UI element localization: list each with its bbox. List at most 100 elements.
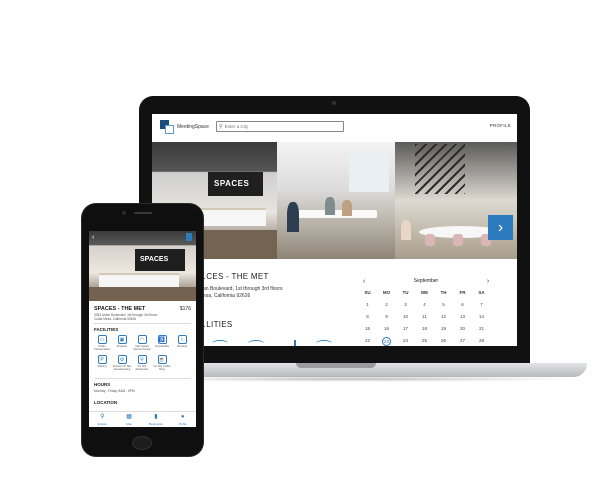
calendar-day[interactable]: 14 [472, 313, 491, 320]
staircase [415, 144, 465, 194]
mobile-venue-price: $176 [179, 306, 191, 312]
divider [94, 323, 191, 324]
calendar-day[interactable]: 20 [453, 325, 472, 332]
calendar-day[interactable]: 17 [396, 325, 415, 332]
app-logo[interactable]: MeetingSpace [160, 120, 209, 134]
facility-item: ☕ On Site Coffee Shop [152, 355, 172, 371]
map-icon: ▦ [126, 414, 132, 420]
showers-icon: ⌇ [177, 335, 187, 344]
phone-home-button[interactable] [132, 436, 152, 450]
calendar-day[interactable]: 21 [472, 325, 491, 332]
floor [89, 287, 196, 301]
calendar-weekday: FR [459, 290, 466, 295]
calendar-day[interactable]: 22 [358, 337, 377, 344]
phone-screen: SPACES ‹ SPACES - THE MET $176 3353 Anto… [89, 231, 196, 427]
calendar-day[interactable]: 7 [472, 301, 491, 308]
phone-speaker [134, 212, 152, 214]
calendar-next-button[interactable]: › [482, 278, 494, 285]
calendar-day[interactable]: 25 [415, 337, 434, 344]
accessibility-icon: ♿ [157, 335, 167, 344]
tab-profile[interactable]: ● Profile [169, 412, 196, 427]
venue-title: …CES - THE MET [198, 272, 269, 281]
wifi-icon: ◠ [137, 335, 147, 344]
facility-icon [248, 340, 264, 346]
mobile-address-line2: Costa Mesa, California 92626 [94, 317, 136, 321]
calendar-prev-button[interactable]: ‹ [358, 278, 370, 285]
calendar-day[interactable]: 26 [434, 337, 453, 344]
facility-item: ⚙ 24 Hour On Site Housekeeping [112, 355, 132, 371]
facility-item: ▭ Public Transportation [92, 335, 112, 351]
gallery-photo-conference [395, 142, 517, 259]
mobile-facilities-heading: FACILITIES [94, 327, 119, 332]
bookmark-icon: ▮ [154, 414, 158, 420]
profile-link[interactable]: PROFILE [490, 123, 511, 128]
calendar-day[interactable]: 27 [453, 337, 472, 344]
housekeeping-icon: ⚙ [117, 355, 127, 364]
calendar-day[interactable]: 13 [453, 313, 472, 320]
chevron-right-icon: › [497, 218, 504, 236]
projector-icon: ▣ [117, 335, 127, 344]
chair [453, 234, 463, 246]
facility-label: On Site Coffee Shop [153, 365, 171, 371]
calendar-day[interactable]: 24 [396, 337, 415, 344]
tab-map[interactable]: ▦ Map [116, 412, 143, 427]
gallery-photo-coworking [277, 142, 395, 259]
calendar-day[interactable]: 11 [415, 313, 434, 320]
facilities-heading: …LITIES [198, 320, 233, 329]
city-search[interactable]: ⚲ [216, 121, 344, 132]
tab-bookmarks[interactable]: ▮ Bookmarks [143, 412, 170, 427]
calendar-day[interactable]: 16 [377, 325, 396, 332]
facility-label: On Site Restaurant [135, 365, 149, 371]
app-header: MeetingSpace ⚲ PROFILE [152, 114, 517, 143]
facility-label: Parking [97, 365, 107, 368]
back-arrow-icon[interactable]: ‹ [92, 234, 94, 241]
search-input[interactable] [222, 124, 327, 129]
coffee-icon: ☕ [157, 355, 167, 364]
facility-label: Accessibility [154, 345, 170, 348]
facility-item: ◠ High Speed Internet Access [132, 335, 152, 351]
calendar-day[interactable]: 1 [358, 301, 377, 308]
calendar-header: ‹ September › [358, 276, 494, 286]
facility-label: Public Transportation [93, 345, 111, 351]
bookmark-icon[interactable] [186, 233, 192, 241]
calendar-day-selected[interactable]: 23 [382, 337, 391, 346]
phone-camera [122, 211, 126, 215]
tab-label: Map [126, 422, 132, 426]
calendar-day[interactable]: 10 [396, 313, 415, 320]
profile-icon: ● [180, 414, 185, 420]
mobile-hours-value: Monday - Friday, 8AM - 6PM [94, 389, 135, 393]
public-transit-icon: ▭ [97, 335, 107, 344]
calendar-day[interactable]: 2 [377, 301, 396, 308]
availability-calendar: ‹ September › SU MO TU WE TH FR SA 1 2 3 4 5 6 7 8 9 10 1… [358, 276, 494, 346]
spaces-sign: SPACES [140, 256, 169, 263]
mobile-facilities-grid: ▭ Public Transportation ▣ Projector ◠ High Sp… [92, 335, 194, 371]
facility-item: ♿ Accessibility [152, 335, 172, 351]
calendar-day[interactable]: 5 [434, 301, 453, 308]
tab-explore[interactable]: ⚲ Explore [89, 412, 116, 427]
mobile-venue-title: SPACES - THE MET [94, 306, 146, 312]
calendar-day[interactable]: 18 [415, 325, 434, 332]
tab-label: Explore [97, 422, 108, 426]
phone-device: SPACES ‹ SPACES - THE MET $176 3353 Anto… [82, 204, 203, 456]
calendar-day[interactable]: 28 [472, 337, 491, 344]
calendar-day[interactable]: 6 [453, 301, 472, 308]
facility-icon [294, 340, 296, 346]
calendar-day[interactable]: 12 [434, 313, 453, 320]
calendar-weekday: SA [478, 290, 485, 295]
calendar-month: September [413, 278, 439, 284]
parking-icon: P [97, 355, 107, 364]
calendar-weekday: WE [420, 290, 429, 295]
facility-item: ▣ Projector [112, 335, 132, 351]
calendar-day[interactable]: 8 [358, 313, 377, 320]
person [287, 202, 299, 232]
gallery-next-button[interactable]: › [488, 215, 513, 240]
calendar-day[interactable]: 19 [434, 325, 453, 332]
facility-icon [316, 340, 332, 346]
calendar-day[interactable]: 4 [415, 301, 434, 308]
calendar-day[interactable]: 15 [358, 325, 377, 332]
calendar-day[interactable]: 3 [396, 301, 415, 308]
spaces-sign: SPACES [214, 179, 250, 188]
calendar-weekday: MO [382, 290, 391, 295]
calendar-day[interactable]: 9 [377, 313, 396, 320]
facility-icons-row [212, 340, 332, 346]
